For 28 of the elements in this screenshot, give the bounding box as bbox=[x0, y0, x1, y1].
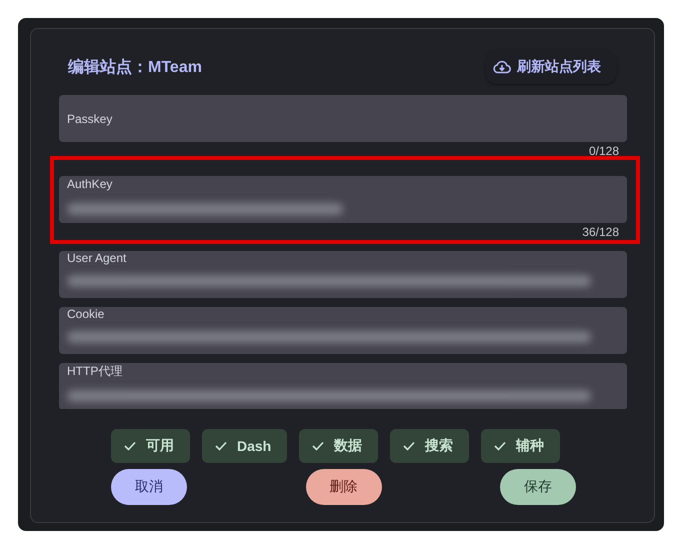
save-button[interactable]: 保存 bbox=[500, 469, 576, 505]
check-icon bbox=[403, 441, 416, 451]
input-field[interactable]: HTTP代理 bbox=[59, 363, 627, 409]
filter-chip[interactable]: 可用 bbox=[111, 429, 190, 463]
check-icon bbox=[124, 441, 136, 451]
dialog-title: 编辑站点：MTeam bbox=[68, 57, 202, 78]
filter-chip[interactable]: 辅种 bbox=[481, 429, 560, 463]
cancel-button[interactable]: 取消 bbox=[111, 469, 187, 505]
character-counter: 0/128 bbox=[588, 144, 619, 158]
input-field[interactable]: Passkey bbox=[59, 95, 627, 142]
field-label: User Agent bbox=[67, 251, 126, 265]
field-label: Cookie bbox=[67, 307, 104, 321]
check-icon bbox=[215, 441, 227, 451]
field-label: Passkey bbox=[67, 112, 112, 126]
field-label: HTTP代理 bbox=[67, 363, 122, 380]
field-label: AuthKey bbox=[67, 177, 112, 191]
filter-chip[interactable]: 数据 bbox=[299, 429, 378, 463]
check-icon bbox=[312, 441, 324, 451]
filter-chip[interactable]: 搜索 bbox=[390, 429, 470, 463]
character-counter: 36/128 bbox=[582, 225, 619, 239]
input-field[interactable]: Cookie bbox=[59, 307, 627, 354]
delete-button[interactable]: 删除 bbox=[306, 469, 382, 505]
filter-chip[interactable]: Dash bbox=[202, 429, 288, 463]
cloud-download-icon bbox=[493, 60, 511, 74]
input-field[interactable]: User Agent bbox=[59, 251, 627, 298]
input-field[interactable]: AuthKey bbox=[59, 176, 627, 223]
check-icon bbox=[494, 441, 506, 451]
refresh-button[interactable]: 刷新站点列表 bbox=[485, 50, 617, 84]
